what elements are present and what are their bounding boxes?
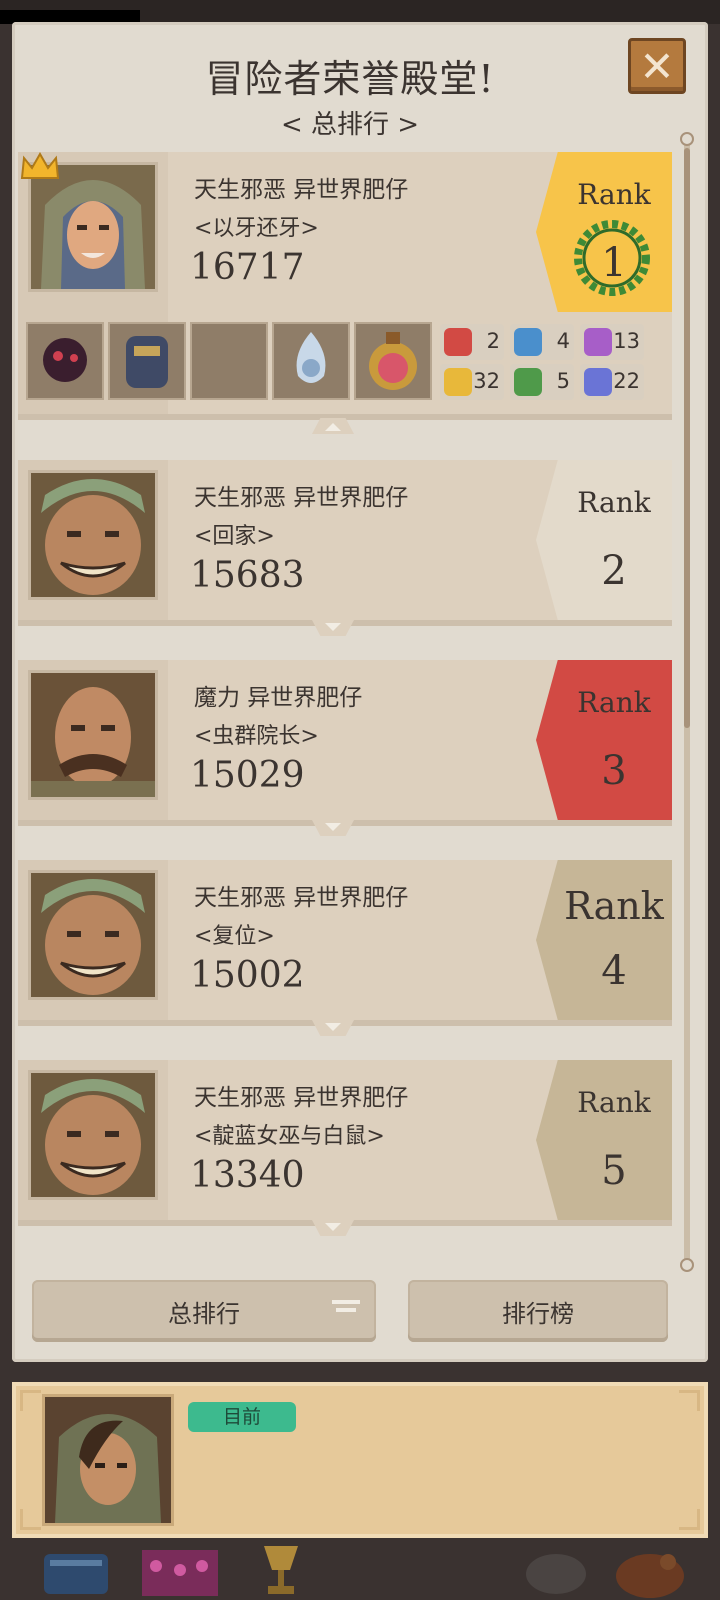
player-portrait — [28, 162, 158, 292]
stat-gold: 32 — [440, 364, 504, 400]
equipment-row: 2 4 13 32 5 22 — [26, 322, 668, 404]
player-portrait — [28, 470, 158, 600]
chevron-down-icon — [325, 1223, 341, 1231]
player-score: 15029 — [190, 755, 305, 796]
gold-coin-icon — [444, 368, 472, 396]
leaderboard-button-label: 排行榜 — [502, 1299, 574, 1328]
leaderboard-entry-5[interactable]: 天生邪恶 异世界肥仔 <靛蓝女巫与白鼠> 13340 Rank 5 — [18, 1060, 672, 1226]
crystal-flame-icon — [296, 332, 326, 383]
scrollbar-top-cap — [680, 132, 694, 146]
blue-target-icon — [584, 368, 612, 396]
player-title: <靛蓝女巫与白鼠> — [194, 1124, 385, 1149]
player-name: 天生邪恶 异世界肥仔 — [194, 885, 409, 911]
rank-badge: Rank 3 — [536, 660, 672, 820]
leaderboard-entry-3[interactable]: 魔力 异世界肥仔 <虫群院长> 15029 Rank 3 — [18, 660, 672, 826]
chevron-down-icon — [325, 1023, 341, 1031]
stat-spirit: 13 — [580, 324, 644, 360]
rank-number: 3 — [601, 748, 627, 794]
dark-beast-icon — [43, 338, 87, 382]
rank-badge: Rank 1 — [536, 152, 672, 312]
player-score: 13340 — [190, 1155, 305, 1196]
player-score: 16717 — [190, 247, 305, 288]
player-portrait — [28, 670, 158, 800]
rank-label: Rank — [577, 1086, 651, 1119]
blue-puzzle-icon — [514, 328, 542, 356]
rank-label: Rank — [577, 686, 651, 719]
grey-creature-icon[interactable] — [516, 1540, 596, 1600]
player-name: 天生邪恶 异世界肥仔 — [194, 1085, 409, 1111]
player-name: 天生邪恶 异世界肥仔 — [194, 485, 409, 511]
green-heart-icon — [514, 368, 542, 396]
stat-strength: 2 — [440, 324, 504, 360]
player-score: 15683 — [190, 555, 305, 596]
scrollbar-thumb[interactable] — [684, 148, 690, 728]
player-title: <回家> — [194, 524, 275, 549]
treasure-chest-icon[interactable] — [136, 1540, 226, 1600]
current-player-portrait — [42, 1394, 174, 1526]
rank-number: 5 — [601, 1148, 627, 1194]
player-title: <复位> — [194, 924, 275, 949]
rank-number: 1 — [601, 240, 627, 286]
scrollbar-bottom-cap — [680, 1258, 694, 1272]
current-status-badge: 目前 — [188, 1402, 296, 1432]
player-portrait — [28, 1070, 158, 1200]
chevron-down-icon — [325, 823, 341, 831]
player-title: <以牙还牙> — [194, 216, 319, 241]
purple-spirit-icon — [584, 328, 612, 356]
goblet-icon[interactable] — [256, 1540, 306, 1600]
equipment-slot[interactable] — [354, 322, 432, 400]
rank-number: 4 — [601, 948, 627, 994]
equipment-slot[interactable] — [26, 322, 104, 400]
chevron-up-icon — [325, 423, 341, 431]
close-button[interactable]: ✕ — [628, 38, 686, 94]
chevron-down-icon — [325, 623, 341, 631]
player-score: 15002 — [190, 955, 305, 996]
player-name: 天生邪恶 异世界肥仔 — [194, 177, 409, 203]
menu-icon — [332, 1300, 360, 1322]
rank-number: 2 — [601, 548, 627, 594]
rank-badge: Rank 4 — [536, 860, 672, 1020]
stat-puzzle: 4 — [510, 324, 574, 360]
equipment-slot-empty[interactable] — [190, 322, 268, 400]
leaderboard-entry-4[interactable]: 天生邪恶 异世界肥仔 <复位> 15002 Rank 4 — [18, 860, 672, 1026]
rank-badge: Rank 5 — [536, 1060, 672, 1220]
page-title: 冒险者荣誉殿堂! — [205, 57, 495, 101]
stat-health: 5 — [510, 364, 574, 400]
player-title: <虫群院长> — [194, 724, 319, 749]
rank-badge: Rank 2 — [536, 460, 672, 620]
category-selector[interactable]: < 总排行 > — [0, 104, 700, 141]
stat-target: 22 — [580, 364, 644, 400]
armor-icon — [126, 336, 168, 388]
leaderboard-entry-1[interactable]: 天生邪恶 异世界肥仔 <以牙还牙> 16717 Rank 1 2 4 13 32… — [18, 152, 672, 420]
top-strip — [0, 0, 720, 24]
player-name: 魔力 异世界肥仔 — [194, 685, 363, 711]
equipment-slot[interactable] — [108, 322, 186, 400]
total-ranking-dropdown[interactable]: 总排行 — [32, 1280, 376, 1342]
dropdown-label: 总排行 — [168, 1299, 240, 1328]
rank-label: Rank — [577, 178, 651, 211]
brown-sack-icon[interactable] — [610, 1540, 690, 1600]
leaderboard-button[interactable]: 排行榜 — [408, 1280, 668, 1342]
crown-icon — [20, 152, 60, 179]
rank-label: Rank — [564, 884, 664, 928]
red-fist-icon — [444, 328, 472, 356]
potion-pouch-icon — [369, 332, 417, 390]
equipment-slot[interactable] — [272, 322, 350, 400]
rank-label: Rank — [577, 486, 651, 519]
player-portrait — [28, 870, 158, 1000]
blue-book-icon[interactable] — [40, 1540, 120, 1600]
leaderboard-entry-2[interactable]: 天生邪恶 异世界肥仔 <回家> 15683 Rank 2 — [18, 460, 672, 626]
